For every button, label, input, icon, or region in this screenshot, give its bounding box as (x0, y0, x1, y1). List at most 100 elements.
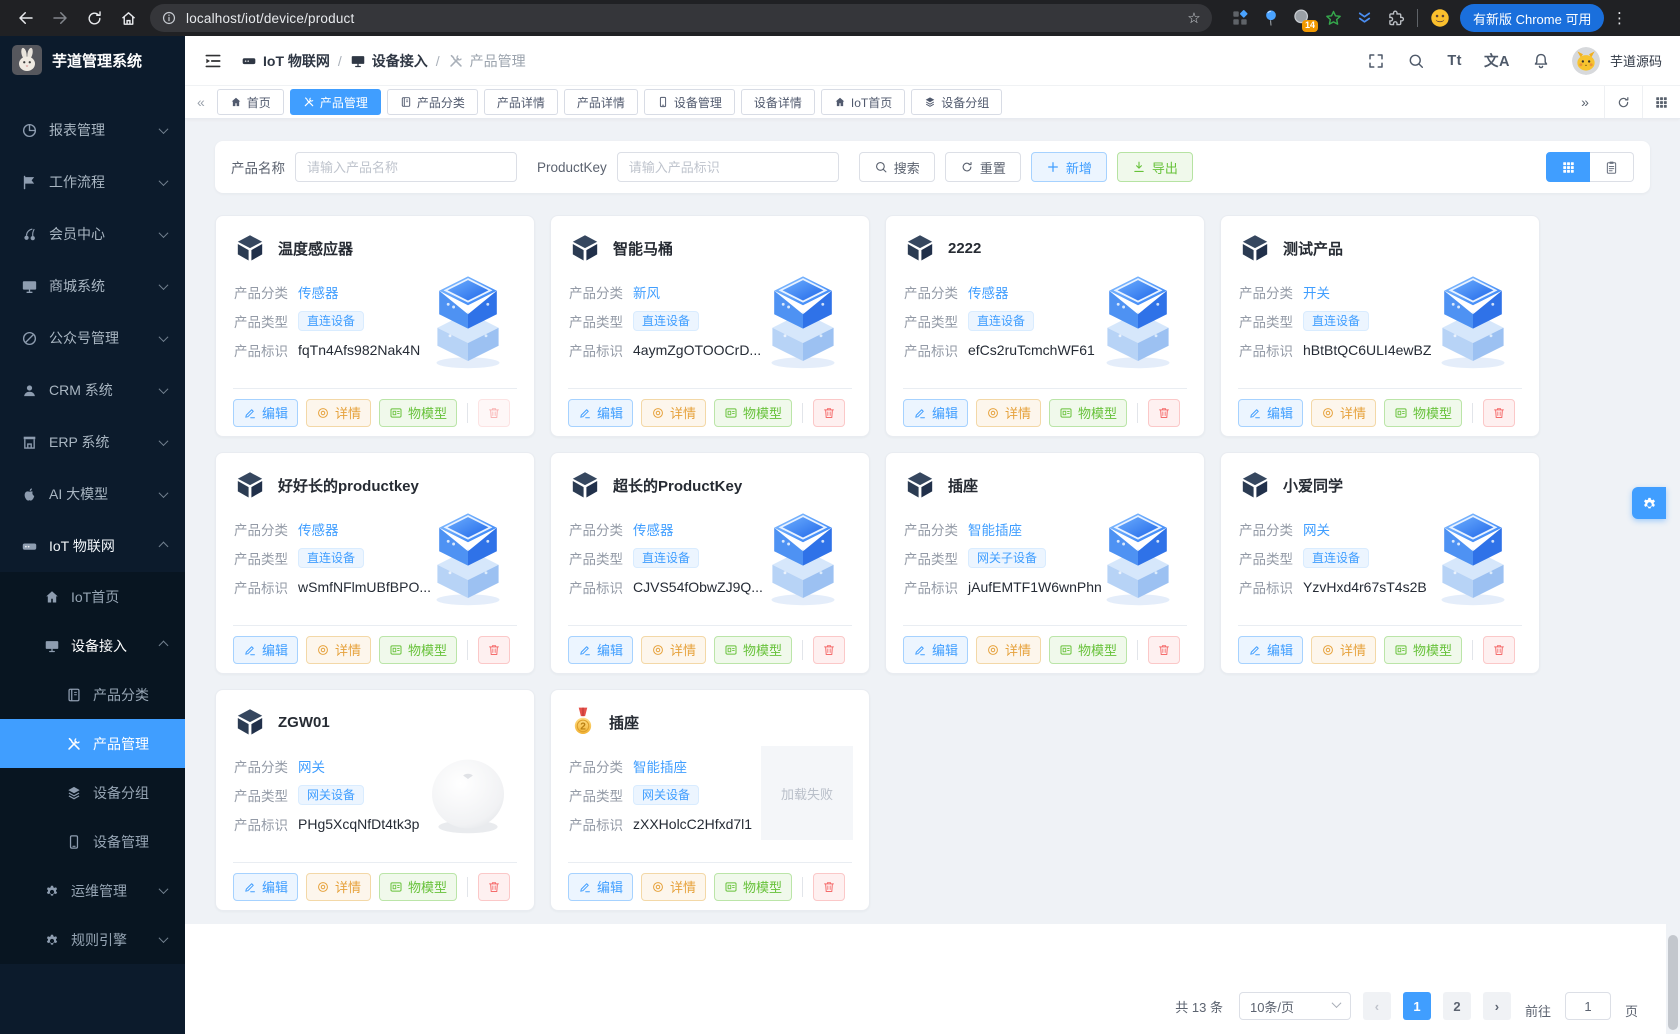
page-button-2[interactable]: 2 (1442, 992, 1471, 1020)
sidebar-item-rule-engine[interactable]: 规则引擎 (0, 915, 185, 964)
thing-model-button[interactable]: 物模型 (379, 635, 458, 664)
edit-button[interactable]: 编辑 (568, 872, 634, 901)
breadcrumb-iot[interactable]: IoT 物联网 (241, 51, 330, 71)
sidebar-item-workflow[interactable]: 工作流程 (0, 156, 185, 208)
browser-home-button[interactable] (112, 3, 144, 33)
product-key-input[interactable] (616, 152, 839, 182)
sidebar-item-device-access[interactable]: 设备接入 (0, 621, 185, 670)
product-name-input[interactable] (295, 152, 517, 182)
tab-product-manage[interactable]: 产品管理 (289, 89, 381, 115)
delete-button[interactable] (1483, 398, 1516, 427)
browser-reload-button[interactable] (78, 3, 110, 33)
chrome-update-button[interactable]: 有新版 Chrome 可用 (1460, 4, 1605, 32)
prev-page-button[interactable]: ‹ (1362, 992, 1391, 1020)
settings-fab[interactable] (1632, 487, 1666, 519)
goto-page-input[interactable] (1564, 992, 1611, 1020)
sidebar-item-ops-manage[interactable]: 运维管理 (0, 866, 185, 915)
thing-model-button[interactable]: 物模型 (1049, 398, 1128, 427)
font-size-icon[interactable]: Tt (1447, 53, 1462, 69)
delete-button[interactable] (1148, 635, 1181, 664)
reset-button[interactable]: 重置 (944, 152, 1021, 182)
sidebar-item-ai[interactable]: AI 大模型 (0, 468, 185, 520)
extensions-puzzle-icon[interactable] (1383, 6, 1407, 30)
collapse-sidebar-icon[interactable] (203, 51, 223, 71)
sidebar-item-mp[interactable]: 公众号管理 (0, 312, 185, 364)
tabs-scroll-left-icon[interactable]: « (191, 94, 211, 110)
page-button-1[interactable]: 1 (1402, 992, 1431, 1020)
edit-button[interactable]: 编辑 (903, 635, 969, 664)
detail-button[interactable]: 详情 (641, 635, 707, 664)
app-logo-row[interactable]: 芋道管理系统 (0, 36, 185, 84)
tab-product-detail-2[interactable]: 产品详情 (563, 89, 638, 115)
address-bar[interactable]: localhost/iot/device/product ☆ (150, 4, 1212, 32)
thing-model-button[interactable]: 物模型 (1049, 635, 1128, 664)
search-icon[interactable] (1407, 52, 1425, 70)
tab-device-manage[interactable]: 设备管理 (643, 89, 735, 115)
next-page-button[interactable]: › (1482, 992, 1511, 1020)
detail-button[interactable]: 详情 (641, 872, 707, 901)
tab-home[interactable]: 首页 (216, 89, 284, 115)
sidebar-item-crm[interactable]: CRM 系统 (0, 364, 185, 416)
product-category-link[interactable]: 智能插座 (968, 519, 1022, 539)
product-category-link[interactable]: 开关 (1303, 282, 1330, 302)
edit-button[interactable]: 编辑 (903, 398, 969, 427)
thing-model-button[interactable]: 物模型 (1384, 635, 1463, 664)
profile-avatar[interactable] (1428, 6, 1452, 30)
edit-button[interactable]: 编辑 (1238, 398, 1304, 427)
detail-button[interactable]: 详情 (306, 635, 372, 664)
card-view-button[interactable] (1546, 152, 1590, 182)
sidebar-item-report[interactable]: 报表管理 (0, 104, 185, 156)
sidebar-item-erp[interactable]: ERP 系统 (0, 416, 185, 468)
user-avatar[interactable] (1572, 47, 1600, 75)
sidebar-item-member[interactable]: 会员中心 (0, 208, 185, 260)
export-button[interactable]: 导出 (1116, 152, 1193, 182)
detail-button[interactable]: 详情 (1311, 635, 1377, 664)
extension-badge-icon[interactable]: 14 (1290, 6, 1318, 32)
thing-model-button[interactable]: 物模型 (379, 398, 458, 427)
tab-device-group[interactable]: 设备分组 (911, 89, 1003, 115)
delete-button[interactable] (813, 872, 846, 901)
detail-button[interactable]: 详情 (306, 398, 372, 427)
sidebar-item-device-group[interactable]: 设备分组 (0, 768, 185, 817)
extension-star-icon[interactable] (1321, 6, 1345, 30)
tab-product-detail-1[interactable]: 产品详情 (483, 89, 558, 115)
notification-bell-icon[interactable] (1532, 52, 1550, 70)
detail-button[interactable]: 详情 (1311, 398, 1377, 427)
bookmark-star-icon[interactable]: ☆ (1182, 9, 1206, 27)
delete-button[interactable] (478, 635, 511, 664)
tabs-layout-icon[interactable] (1642, 86, 1680, 118)
extension-chevrons-icon[interactable] (1352, 6, 1376, 30)
product-category-link[interactable]: 传感器 (968, 282, 1009, 302)
scrollbar-thumb[interactable] (1668, 935, 1678, 1030)
detail-button[interactable]: 详情 (976, 635, 1042, 664)
page-size-select[interactable]: 10条/页 (1238, 992, 1351, 1020)
search-button[interactable]: 搜索 (858, 152, 935, 182)
delete-button[interactable] (1148, 398, 1181, 427)
edit-button[interactable]: 编辑 (568, 635, 634, 664)
sidebar-item-product-manage[interactable]: 产品管理 (0, 719, 185, 768)
extension-balloon-icon[interactable] (1259, 6, 1283, 30)
edit-button[interactable]: 编辑 (233, 872, 299, 901)
thing-model-button[interactable]: 物模型 (714, 398, 793, 427)
edit-button[interactable]: 编辑 (233, 398, 299, 427)
delete-button[interactable] (1483, 635, 1516, 664)
sidebar-item-iot[interactable]: IoT 物联网 (0, 520, 185, 572)
tab-product-category[interactable]: 产品分类 (386, 89, 478, 115)
sidebar-item-mall[interactable]: 商城系统 (0, 260, 185, 312)
browser-forward-button[interactable] (44, 3, 76, 33)
site-info-icon[interactable] (160, 9, 178, 27)
sidebar-item-iot-home[interactable]: IoT首页 (0, 572, 185, 621)
delete-button[interactable] (478, 872, 511, 901)
add-button[interactable]: 新增 (1030, 152, 1107, 182)
detail-button[interactable]: 详情 (641, 398, 707, 427)
sidebar-item-product-category[interactable]: 产品分类 (0, 670, 185, 719)
tab-device-detail[interactable]: 设备详情 (740, 89, 815, 115)
username[interactable]: 芋道源码 (1610, 51, 1662, 70)
browser-back-button[interactable] (10, 3, 42, 33)
list-view-button[interactable] (1590, 152, 1634, 182)
product-category-link[interactable]: 传感器 (298, 282, 339, 302)
tabs-scroll-right-icon[interactable]: » (1566, 86, 1604, 118)
detail-button[interactable]: 详情 (976, 398, 1042, 427)
thing-model-button[interactable]: 物模型 (379, 872, 458, 901)
detail-button[interactable]: 详情 (306, 872, 372, 901)
